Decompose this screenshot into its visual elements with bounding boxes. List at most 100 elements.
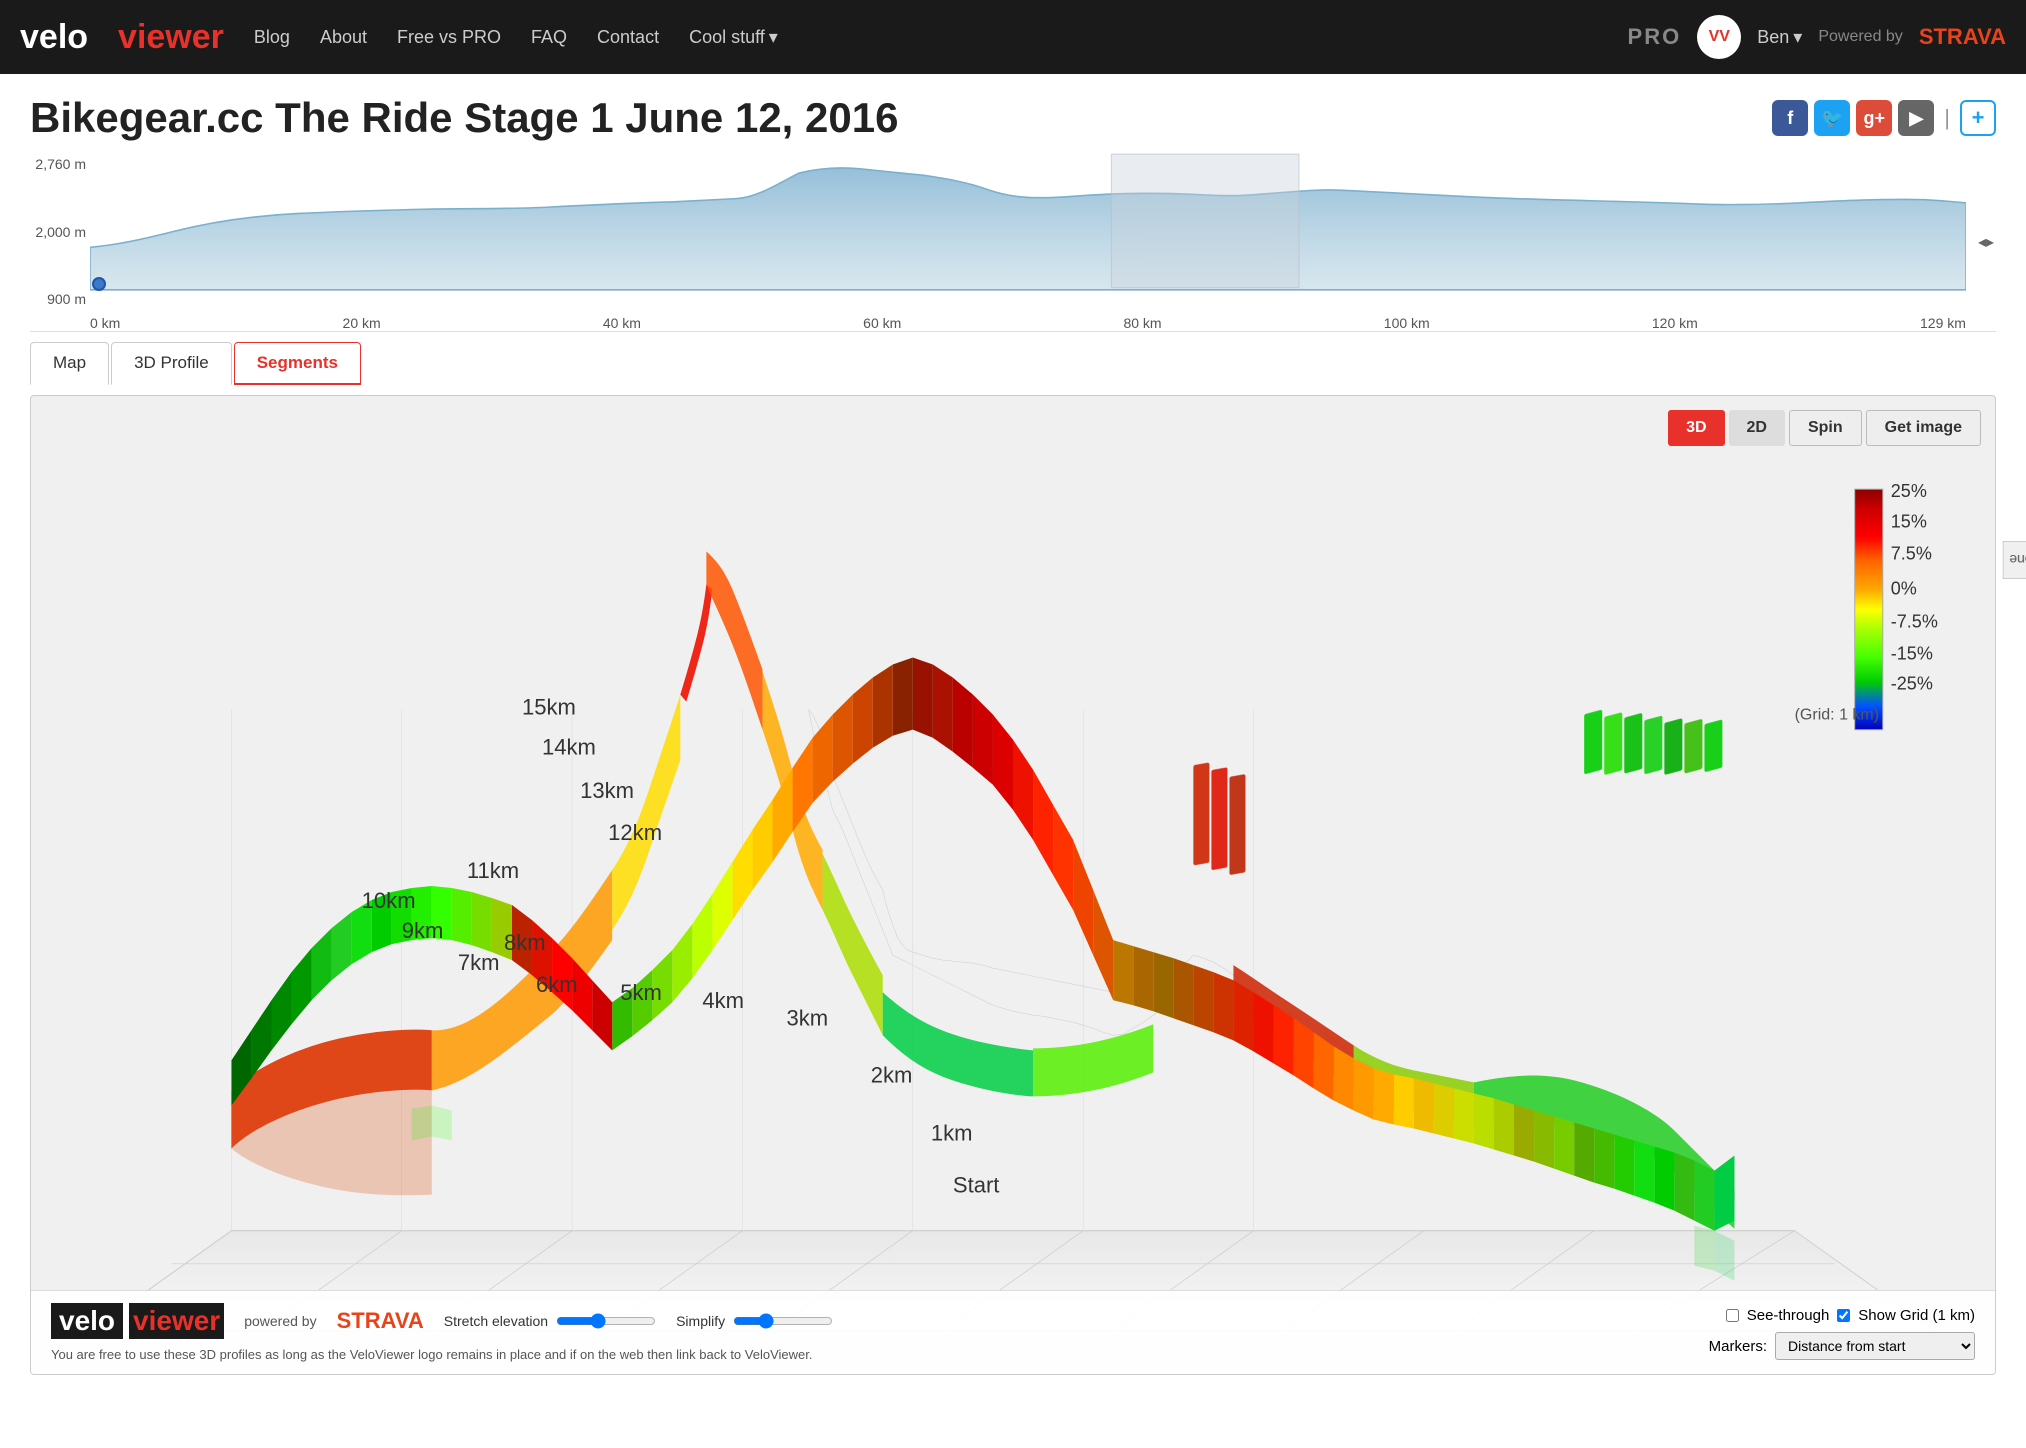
elevation-svg <box>90 152 1966 311</box>
elevation-chart: 2,760 m 2,000 m 900 m 0 k <box>30 152 1996 332</box>
nav-strava-label: STRAVA <box>1919 24 2006 50</box>
btn-3d[interactable]: 3D <box>1668 410 1724 446</box>
view-panel: 3D 2D Spin Get image <box>30 395 1996 1375</box>
nav-vv-logo-small: VV <box>1697 15 1741 59</box>
nav-right: PRO VV Ben ▾ Powered by STRAVA <box>1628 15 2006 59</box>
facebook-share-button[interactable]: f <box>1772 100 1808 136</box>
navbar: velo viewer Blog About Free vs PRO FAQ Co… <box>0 0 2026 74</box>
tab-segments[interactable]: Segments <box>234 342 361 385</box>
chevron-down-icon: ▾ <box>769 27 778 48</box>
tab-3d-profile[interactable]: 3D Profile <box>111 342 232 385</box>
disclaimer-text: You are free to use these 3D profiles as… <box>51 1347 1975 1362</box>
page-title: Bikegear.cc The Ride Stage 1 June 12, 20… <box>30 94 898 142</box>
stretch-elevation-group: Stretch elevation <box>444 1313 656 1329</box>
profile-3d-svg: 15km 14km 13km 12km 11km 10km 9km 7km 8k… <box>31 396 1995 1374</box>
km-label-8km: 8km <box>504 930 546 955</box>
km-label-10km: 10km <box>362 888 416 913</box>
simplify-group: Simplify <box>676 1313 833 1329</box>
chevron-down-icon: ▾ <box>1793 27 1802 48</box>
bottom-row1: veloviewer powered by STRAVA Stretch ele… <box>51 1303 1975 1339</box>
svg-text:25%: 25% <box>1891 481 1927 501</box>
stretch-elevation-slider[interactable] <box>556 1313 656 1329</box>
sidebar-none-label[interactable]: None <box>2002 541 2026 579</box>
nav-links: Blog About Free vs PRO FAQ Contact Cool … <box>254 27 1628 48</box>
nav-free-vs-pro[interactable]: Free vs PRO <box>397 27 501 48</box>
simplify-slider[interactable] <box>733 1313 833 1329</box>
km-label-6km: 6km <box>536 972 578 997</box>
viz-container[interactable]: 15km 14km 13km 12km 11km 10km 9km 7km 8k… <box>31 396 1995 1374</box>
km-label-1km: 1km <box>931 1121 973 1146</box>
nav-logo[interactable]: velo viewer <box>20 18 224 57</box>
elevation-x-129km: 129 km <box>1920 315 1966 331</box>
svg-text:-7.5%: -7.5% <box>1891 611 1938 631</box>
km-label-14km: 14km <box>542 735 596 760</box>
km-label-7km: 7km <box>458 950 500 975</box>
km-label-9km: 9km <box>402 918 444 943</box>
km-label-4km: 4km <box>702 988 744 1013</box>
km-label-2km: 2km <box>871 1062 913 1087</box>
powered-by-text: powered by <box>244 1313 316 1329</box>
nav-user-menu[interactable]: Ben ▾ <box>1757 27 1802 48</box>
main-content: Bikegear.cc The Ride Stage 1 June 12, 20… <box>0 74 2026 1395</box>
elevation-x-0km: 0 km <box>90 315 120 331</box>
chart-expand-button[interactable]: ◂▸ <box>1978 232 1994 252</box>
svg-text:15%: 15% <box>1891 511 1927 531</box>
bottom-right-controls: See-through Show Grid (1 km) Markers: Di… <box>1709 1307 1975 1360</box>
elevation-x-120km: 120 km <box>1652 315 1698 331</box>
bottom-panel: veloviewer powered by STRAVA Stretch ele… <box>31 1290 1995 1374</box>
tabs: Map 3D Profile Segments <box>30 342 1996 385</box>
nav-faq[interactable]: FAQ <box>531 27 567 48</box>
simplify-label: Simplify <box>676 1313 725 1329</box>
elevation-x-80km: 80 km <box>1123 315 1161 331</box>
tab-map[interactable]: Map <box>30 342 109 385</box>
twitter-share-button[interactable]: 🐦 <box>1814 100 1850 136</box>
svg-text:0%: 0% <box>1891 578 1917 598</box>
elevation-x-labels: 0 km 20 km 40 km 60 km 80 km 100 km 120 … <box>90 315 1966 331</box>
nav-blog[interactable]: Blog <box>254 27 290 48</box>
bottom-strava-text: STRAVA <box>337 1308 424 1334</box>
markers-select[interactable]: Distance from start <box>1775 1332 1975 1360</box>
add-share-button[interactable]: + <box>1960 100 1996 136</box>
km-label-11km: 11km <box>467 858 519 883</box>
googleplus-share-button[interactable]: g+ <box>1856 100 1892 136</box>
km-label-12km: 12km <box>608 820 662 845</box>
see-through-checkbox[interactable] <box>1726 1309 1739 1322</box>
logo-viewer: viewer <box>118 18 224 57</box>
markers-row: Markers: Distance from start <box>1709 1332 1975 1360</box>
svg-text:-15%: -15% <box>1891 644 1933 664</box>
elevation-y-mid: 2,000 m <box>30 224 86 240</box>
start-dot <box>92 277 106 291</box>
logo-velo: velo <box>20 18 88 57</box>
elevation-x-60km: 60 km <box>863 315 901 331</box>
km-label-start: Start <box>953 1173 1000 1198</box>
see-through-label: See-through <box>1747 1307 1830 1324</box>
elevation-y-labels: 2,760 m 2,000 m 900 m <box>30 152 90 311</box>
markers-label: Markers: <box>1709 1338 1767 1355</box>
km-label-15km: 15km <box>522 695 576 720</box>
nav-pro-label: PRO <box>1628 24 1682 50</box>
social-separator: | <box>1944 105 1950 131</box>
nav-powered-label: Powered by <box>1818 28 1903 46</box>
svg-text:7.5%: 7.5% <box>1891 543 1932 563</box>
btn-spin[interactable]: Spin <box>1789 410 1862 446</box>
btn-2d[interactable]: 2D <box>1729 410 1785 446</box>
elevation-y-max: 2,760 m <box>30 156 86 172</box>
show-grid-checkbox[interactable] <box>1837 1309 1850 1322</box>
bottom-velo: velo <box>51 1303 123 1339</box>
elevation-canvas[interactable] <box>90 152 1966 311</box>
nav-contact[interactable]: Contact <box>597 27 659 48</box>
show-grid-label: Show Grid (1 km) <box>1858 1307 1975 1324</box>
bottom-logo: veloviewer <box>51 1303 224 1339</box>
bottom-viewer-red: viewer <box>129 1303 224 1339</box>
youtube-share-button[interactable]: ▶ <box>1898 100 1934 136</box>
elevation-x-100km: 100 km <box>1384 315 1430 331</box>
nav-cool-stuff[interactable]: Cool stuff ▾ <box>689 27 778 48</box>
km-label-3km: 3km <box>787 1005 829 1030</box>
km-label-5km: 5km <box>620 980 662 1005</box>
view-toolbar: 3D 2D Spin Get image <box>1668 410 1981 446</box>
title-row: Bikegear.cc The Ride Stage 1 June 12, 20… <box>30 94 1996 142</box>
btn-get-image[interactable]: Get image <box>1866 410 1981 446</box>
stretch-elevation-label: Stretch elevation <box>444 1313 548 1329</box>
nav-about[interactable]: About <box>320 27 367 48</box>
svg-text:(Grid: 1 km): (Grid: 1 km) <box>1795 706 1880 724</box>
